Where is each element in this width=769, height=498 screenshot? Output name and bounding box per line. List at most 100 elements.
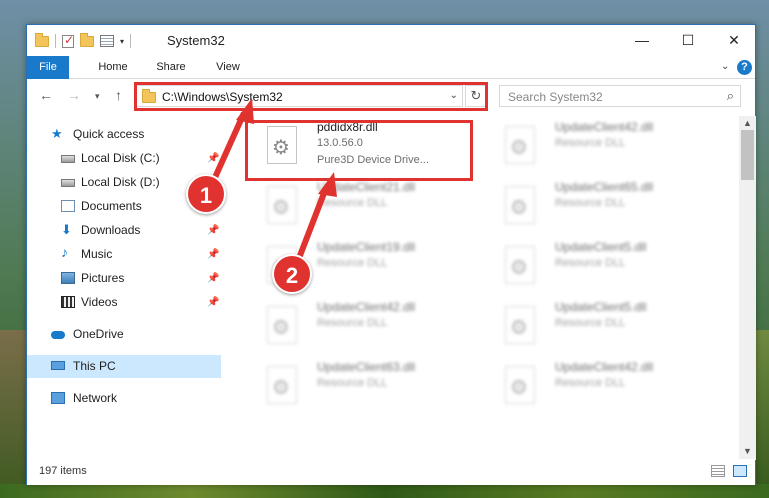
videos-icon [61, 296, 75, 308]
nav-item-label: Documents [81, 199, 142, 213]
file-item[interactable]: UpdateClient63.dll Resource DLL [247, 360, 467, 412]
tab-file[interactable]: File [27, 56, 69, 79]
expand-ribbon-chevron-icon[interactable]: ⌄ [721, 61, 729, 72]
step-1-badge: 1 [186, 174, 226, 214]
pin-icon[interactable]: 📌 [207, 147, 219, 170]
address-bar-highlight [134, 82, 488, 111]
close-button[interactable]: ✕ [711, 25, 757, 56]
file-name: UpdateClient21.dll [317, 180, 416, 194]
back-arrow-icon[interactable]: ← [39, 87, 53, 103]
scroll-down-icon[interactable]: ▼ [743, 446, 752, 456]
file-type: Resource DLL [555, 377, 626, 389]
search-icon[interactable]: ⌕ [727, 88, 734, 104]
nav-item-pictures[interactable]: Pictures 📌 [27, 267, 221, 290]
status-bar: 197 items [27, 459, 755, 485]
file-type: Resource DLL [555, 317, 626, 329]
details-view-icon[interactable] [711, 465, 725, 477]
nav-item-label: Local Disk (C:) [81, 151, 160, 165]
tab-share[interactable]: Share [145, 56, 197, 79]
pin-icon[interactable]: 📌 [207, 267, 219, 290]
file-item[interactable]: UpdateClient5.dll Resource DLL [485, 300, 705, 352]
file-type: Resource DLL [555, 257, 626, 269]
nav-item-label: Local Disk (D:) [81, 175, 160, 189]
dll-file-icon [505, 246, 535, 284]
nav-item-label: Music [81, 247, 113, 261]
vertical-scrollbar[interactable]: ▲ ▼ [739, 116, 756, 460]
dll-file-icon [505, 126, 535, 164]
help-icon[interactable]: ? [737, 60, 752, 75]
title-bar: ▾ System32 — ☐ ✕ [27, 25, 755, 56]
network-icon [51, 392, 65, 404]
nav-item-downloads[interactable]: ⬇ Downloads 📌 [27, 219, 221, 242]
customize-toolbar-dropdown-icon[interactable]: ▾ [120, 37, 124, 46]
file-item[interactable]: UpdateClient5.dll Resource DLL [485, 240, 705, 292]
disk-icon [61, 179, 75, 187]
tab-home[interactable]: Home [85, 56, 141, 79]
file-highlight [245, 120, 473, 181]
folder-icon[interactable] [35, 32, 49, 47]
properties-check-icon[interactable] [62, 33, 74, 48]
file-name: UpdateClient5.dll [555, 300, 647, 314]
search-input[interactable]: Search System32 ⌕ [499, 85, 741, 107]
search-placeholder[interactable]: Search System32 [508, 90, 603, 104]
file-name: UpdateClient42.dll [317, 300, 416, 314]
file-type: Resource DLL [317, 257, 388, 269]
dll-file-icon [267, 306, 297, 344]
file-name: UpdateClient19.dll [317, 240, 416, 254]
dll-file-icon [267, 366, 297, 404]
new-folder-icon[interactable] [80, 32, 94, 47]
navigation-pane: ★ Quick access Local Disk (C:) 📌 Local D… [27, 116, 223, 456]
pin-icon[interactable]: 📌 [207, 243, 219, 266]
dll-file-icon [505, 366, 535, 404]
file-item[interactable]: UpdateClient65.dll Resource DLL [485, 180, 705, 232]
download-icon: ⬇ [61, 222, 72, 237]
file-name: UpdateClient63.dll [317, 360, 416, 374]
pin-icon[interactable]: 📌 [207, 291, 219, 314]
large-icons-view-icon[interactable] [733, 465, 747, 477]
file-type: Resource DLL [317, 317, 388, 329]
file-item[interactable]: UpdateClient21.dll Resource DLL [247, 180, 467, 232]
nav-item-label: Videos [81, 295, 118, 309]
toolbar-separator [130, 34, 132, 48]
nav-item-label: Quick access [73, 127, 145, 141]
nav-item-onedrive[interactable]: OneDrive [27, 323, 221, 346]
desktop-background-bottom [0, 484, 769, 498]
file-type: Resource DLL [317, 377, 388, 389]
maximize-button[interactable]: ☐ [665, 25, 711, 56]
nav-item-music[interactable]: ♪ Music 📌 [27, 243, 221, 266]
nav-item-network[interactable]: Network [27, 387, 221, 410]
nav-item-quick-access[interactable]: ★ Quick access [27, 123, 221, 146]
file-type: Resource DLL [555, 197, 626, 209]
disk-icon [61, 155, 75, 163]
nav-item-label: Pictures [81, 271, 125, 285]
nav-item-label: This PC [73, 359, 116, 373]
nav-item-videos[interactable]: Videos 📌 [27, 291, 221, 314]
quick-access-toolbar: ▾ [35, 32, 132, 49]
up-arrow-icon[interactable]: ↑ [115, 87, 122, 103]
nav-item-this-pc[interactable]: This PC [27, 355, 221, 378]
forward-arrow-icon[interactable]: → [67, 87, 81, 103]
scroll-up-icon[interactable]: ▲ [743, 118, 752, 128]
step-2-badge: 2 [272, 254, 312, 294]
music-icon: ♪ [61, 244, 68, 260]
nav-item-label: OneDrive [73, 327, 124, 341]
file-name: UpdateClient42.dll [555, 360, 654, 374]
nav-item-local-disk-c[interactable]: Local Disk (C:) 📌 [27, 147, 221, 170]
computer-icon [51, 361, 65, 370]
dll-file-icon [505, 306, 535, 344]
scrollbar-thumb[interactable] [741, 130, 754, 180]
ribbon-tabs: File Home Share View ⌄ ? [27, 56, 755, 79]
minimize-button[interactable]: — [619, 25, 665, 56]
view-properties-icon[interactable] [100, 35, 114, 47]
nav-item-label: Downloads [81, 223, 141, 237]
tab-view[interactable]: View [205, 56, 251, 79]
documents-icon [61, 200, 75, 212]
recent-locations-dropdown-icon[interactable]: ▾ [95, 91, 100, 102]
file-name: UpdateClient5.dll [555, 240, 647, 254]
file-item[interactable]: UpdateClient42.dll Resource DLL [247, 300, 467, 352]
pin-icon[interactable]: 📌 [207, 219, 219, 242]
dll-file-icon [505, 186, 535, 224]
file-item[interactable]: UpdateClient42.dll Resource DLL [485, 120, 705, 172]
file-type: Resource DLL [555, 137, 626, 149]
file-item[interactable]: UpdateClient42.dll Resource DLL [485, 360, 705, 412]
